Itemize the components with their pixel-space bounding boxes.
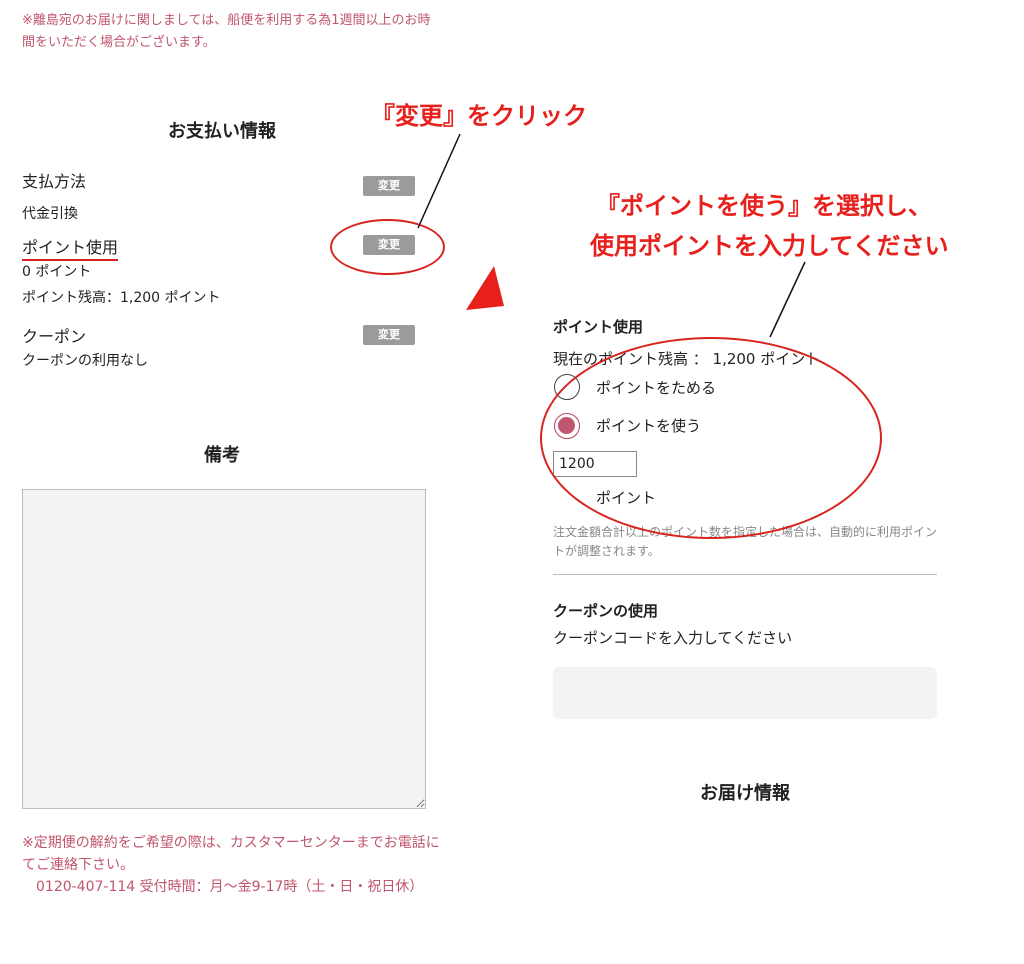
callout-line-points	[769, 261, 806, 338]
callout-line-change	[417, 133, 461, 229]
arrow-triangle	[466, 266, 504, 310]
annotation-overlay	[417, 133, 806, 338]
